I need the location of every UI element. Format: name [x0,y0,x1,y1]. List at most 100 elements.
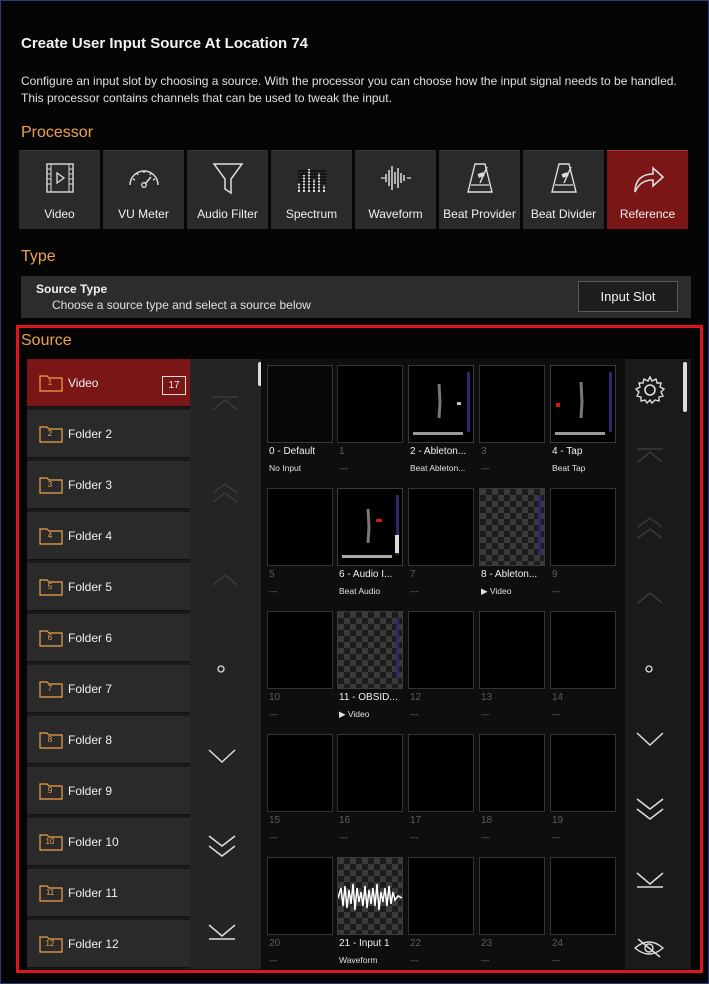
source-slot-thumbnail[interactable] [337,365,403,443]
folder-label: Folder 4 [68,529,113,543]
processor-button-reference[interactable]: Reference [607,150,688,229]
slot-sublabel: Waveform [339,955,378,965]
folder-label: Folder 9 [68,784,113,798]
slot-sublabel: --- [410,832,419,842]
source-slot-thumbnail[interactable] [550,734,616,812]
slot-preview [409,366,473,442]
scroll-to-bottom-icon[interactable] [635,871,665,889]
source-slot-thumbnail[interactable] [479,734,545,812]
processor-button-spectrum[interactable]: Spectrum [271,150,352,229]
slot-label: 6 - Audio I... [339,569,393,580]
scroll-up-icon[interactable] [210,573,240,587]
processor-button-audio-filter[interactable]: Audio Filter [187,150,268,229]
slot-preview [480,366,544,442]
folder-item[interactable]: 3 Folder 3 [27,461,190,509]
folder-icon: 11 [39,883,63,902]
folder-item[interactable]: 9 Folder 9 [27,767,190,815]
processor-button-beat-provider[interactable]: Beat Provider [439,150,520,229]
scroll-to-bottom-icon[interactable] [207,923,237,941]
source-type-subtitle: Choose a source type and select a source… [52,298,311,312]
source-slot-thumbnail[interactable] [337,734,403,812]
page-up-icon[interactable] [210,483,240,503]
source-slot-thumbnail[interactable] [267,611,333,689]
folder-label: Folder 8 [68,733,113,747]
folder-item[interactable]: 6 Folder 6 [27,614,190,662]
slot-label: 21 - Input 1 [339,938,390,949]
processor-button-label: Spectrum [285,207,338,221]
processor-button-beat-divider[interactable]: Beat Divider [523,150,604,229]
folder-number: 11 [45,888,55,897]
folder-item[interactable]: 7 Folder 7 [27,665,190,713]
folder-number: 7 [47,684,53,693]
scroll-to-top-icon[interactable] [635,447,665,463]
slot-preview [409,489,473,565]
source-slot-thumbnail[interactable] [267,857,333,935]
source-slot-thumbnail[interactable] [479,488,545,566]
page-down-icon[interactable] [207,834,237,858]
slot-sublabel: --- [481,709,490,719]
slot-sublabel: --- [269,709,278,719]
folder-item[interactable]: 10 Folder 10 [27,818,190,866]
processor-button-label: VU Meter [118,207,169,221]
processor-button-video[interactable]: Video [19,150,100,229]
slot-preview [268,366,332,442]
input-slot-button[interactable]: Input Slot [578,281,678,312]
folder-item[interactable]: 11 Folder 11 [27,869,190,917]
grid-scrollbar-thumb[interactable] [683,362,687,412]
folder-label: Video [68,376,99,390]
processor-button-waveform[interactable]: Waveform [355,150,436,229]
slot-preview [551,612,615,688]
source-slot-thumbnail[interactable] [267,365,333,443]
source-slot-thumbnail[interactable] [550,488,616,566]
source-slot-thumbnail[interactable] [267,734,333,812]
source-slot-thumbnail[interactable] [337,857,403,935]
source-slot-thumbnail[interactable] [479,365,545,443]
scroll-to-top-icon[interactable] [210,395,240,411]
scroll-up-icon[interactable] [635,591,665,605]
slot-label: 3 [481,446,487,457]
slot-sublabel: Beat Ableton... [410,463,466,473]
folder-label: Folder 12 [68,937,119,951]
slot-label: 20 [269,938,281,949]
dialog-description: Configure an input slot by choosing a so… [21,74,677,105]
slot-label: 2 - Ableton... [410,446,467,457]
source-slot-thumbnail[interactable] [550,365,616,443]
source-slot-thumbnail[interactable] [408,734,474,812]
folder-item[interactable]: 8 Folder 8 [27,716,190,764]
source-slot-thumbnail[interactable] [479,611,545,689]
source-slot-thumbnail[interactable] [337,611,403,689]
folder-label: Folder 5 [68,580,113,594]
scroll-down-icon[interactable] [207,748,237,764]
processor-button-vu-meter[interactable]: VU Meter [103,150,184,229]
source-type-title: Source Type [36,282,108,296]
source-slot-thumbnail[interactable] [267,488,333,566]
source-slot-thumbnail[interactable] [550,857,616,935]
source-slot-thumbnail[interactable] [408,365,474,443]
folder-item[interactable]: 12 Folder 12 [27,920,190,968]
source-slot-thumbnail[interactable] [408,857,474,935]
source-slot-thumbnail[interactable] [479,857,545,935]
page-up-icon[interactable] [635,517,665,539]
metronome-icon [439,161,520,195]
folder-item[interactable]: 4 Folder 4 [27,512,190,560]
slot-label: 9 [552,569,558,580]
gear-icon[interactable] [635,375,665,405]
scroll-down-icon[interactable] [635,731,665,747]
slot-label: 10 [269,692,281,703]
folder-number: 6 [47,633,53,642]
folder-item[interactable]: 5 Folder 5 [27,563,190,611]
folder-item[interactable]: 2 Folder 2 [27,410,190,458]
folder-icon: 1 [39,373,63,392]
source-slot-thumbnail[interactable] [337,488,403,566]
waveform-icon [355,161,436,195]
vu-meter-icon [103,161,184,195]
folder-number: 2 [47,429,53,438]
slot-label: 1 [339,446,345,457]
source-slot-thumbnail[interactable] [408,488,474,566]
page-down-icon[interactable] [635,797,665,821]
folder-item[interactable]: 1 Video 17 [27,359,190,407]
source-slot-thumbnail[interactable] [550,611,616,689]
source-slot-thumbnail[interactable] [408,611,474,689]
scroll-position-dot-icon [217,665,225,673]
eye-hidden-icon[interactable] [633,937,665,959]
